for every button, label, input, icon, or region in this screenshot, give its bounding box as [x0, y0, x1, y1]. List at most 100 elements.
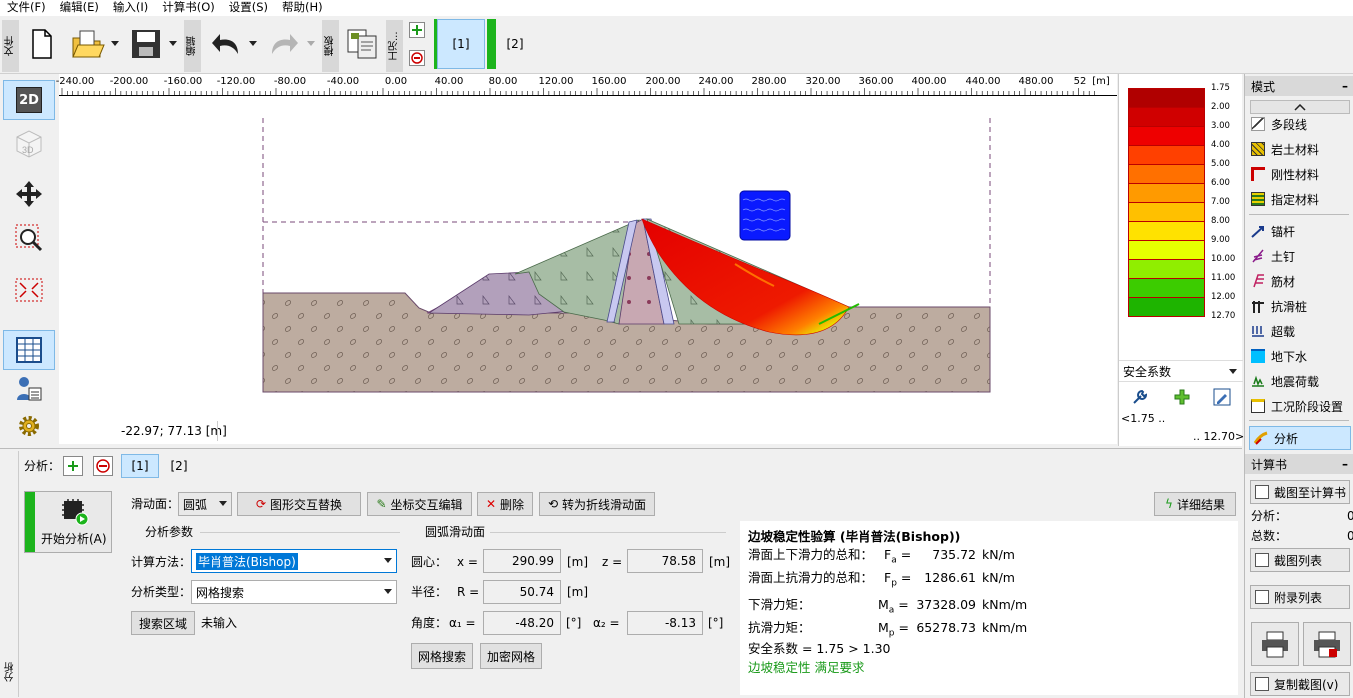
copy-capture-button[interactable]: 复制截图(v) — [1250, 672, 1350, 696]
edit-scale-icon[interactable] — [1213, 388, 1231, 406]
delete-button[interactable]: ✕ 删除 — [477, 492, 533, 516]
legend-color-bin — [1128, 107, 1205, 126]
mode-rigid-bodies[interactable]: 刚性材料 — [1251, 162, 1319, 186]
legend-color-bin — [1128, 297, 1205, 316]
legend-bottom-edge — [1128, 316, 1205, 317]
open-dropdown-icon[interactable] — [110, 38, 120, 50]
open-folder-icon[interactable] — [70, 26, 106, 62]
view-2d-button[interactable]: 2D — [3, 80, 55, 120]
start-analysis-button[interactable]: 开始分析(A) — [24, 491, 112, 553]
analysis-tab-1[interactable]: [1] — [121, 454, 159, 478]
menu-input[interactable]: 输入(I) — [106, 0, 155, 16]
zoom-extents-button[interactable] — [3, 270, 55, 310]
search-area-status: 未输入 — [201, 616, 238, 630]
save-icon[interactable] — [128, 26, 164, 62]
legend-type-select[interactable]: 安全系数 — [1119, 360, 1243, 382]
legend-type-label: 安全系数 — [1123, 365, 1172, 379]
convert-polyline-button[interactable]: ⟲ 转为折线滑动面 — [539, 492, 655, 516]
detailed-results-button[interactable]: ϟ 详细结果 — [1154, 492, 1236, 516]
search-area-button[interactable]: 搜索区域 — [131, 611, 195, 635]
stage-tab-1[interactable]: [1] — [437, 19, 485, 69]
mode-surcharge[interactable]: 超载 — [1251, 319, 1295, 343]
mode-analysis[interactable]: 分析 — [1249, 426, 1351, 450]
template-icon[interactable] — [344, 26, 380, 62]
nail-icon — [1251, 249, 1265, 263]
menu-report[interactable]: 计算书(O) — [155, 0, 222, 16]
stage-tab-2[interactable]: [2] — [498, 19, 532, 69]
redo-dropdown-icon[interactable] — [306, 38, 316, 50]
mode-soil-materials[interactable]: 岩土材料 — [1251, 137, 1319, 161]
method-select[interactable]: 毕肖普法(Bishop) — [191, 549, 397, 573]
collapse-icon[interactable]: – — [1342, 79, 1348, 93]
analysis-tab-2[interactable]: [2] — [164, 454, 194, 478]
remove-stage-icon[interactable] — [409, 50, 425, 66]
center-x-field[interactable]: 290.99 — [483, 549, 561, 573]
fp-symbol: Fp = — [884, 570, 912, 589]
redo-icon[interactable] — [266, 26, 302, 62]
slip-surface-select[interactable]: 圆弧 — [178, 492, 232, 516]
menu-help[interactable]: 帮助(H) — [275, 0, 330, 16]
grid-search-button[interactable]: 网格搜索 — [411, 643, 473, 669]
fp-label: 滑面上抗滑力的总和： — [748, 570, 874, 585]
table-view-button[interactable] — [3, 330, 55, 370]
zoom-button[interactable] — [3, 218, 55, 258]
mode-anti-slide-piles[interactable]: 抗滑桩 — [1251, 294, 1307, 318]
menu-file[interactable]: 文件(F) — [0, 0, 53, 16]
mode-assign-materials[interactable]: 指定材料 — [1251, 187, 1319, 211]
legend-max-label: .. 12.70> — [1193, 430, 1245, 443]
collapse-icon[interactable]: – — [1342, 457, 1348, 471]
alpha1-field[interactable]: -48.20 — [483, 611, 561, 635]
menu-settings[interactable]: 设置(S) — [222, 0, 275, 16]
undo-dropdown-icon[interactable] — [248, 38, 258, 50]
mode-anchors[interactable]: 锚杆 — [1251, 219, 1295, 243]
save-dropdown-icon[interactable] — [168, 38, 178, 50]
mode-reinforcements[interactable]: 筋材 — [1251, 269, 1295, 293]
center-z-field[interactable]: 78.58 — [627, 549, 703, 573]
new-file-icon[interactable] — [28, 26, 56, 62]
slip-surface-label: 滑动面： — [131, 497, 180, 511]
print-preview-icon — [1314, 631, 1340, 658]
print-preview-button[interactable] — [1303, 622, 1351, 666]
materials-view-button[interactable] — [3, 368, 55, 408]
view-3d-button[interactable]: 3D — [3, 124, 55, 164]
capture-list-button[interactable]: 截图列表 — [1250, 548, 1350, 572]
add-analysis-icon[interactable] — [63, 456, 83, 476]
legend-color-bin — [1128, 278, 1205, 297]
analysis-type-select[interactable]: 网格搜索 — [191, 580, 397, 604]
alpha2-label: α₂ = — [593, 616, 620, 630]
mp-value: 65278.73 — [916, 620, 976, 635]
mode-soil-nails[interactable]: 土钉 — [1251, 244, 1295, 268]
appendix-list-button[interactable]: 附录列表 — [1250, 585, 1350, 609]
add-stage-icon[interactable] — [409, 22, 425, 38]
coordinate-edit-button[interactable]: ✎ 坐标交互编辑 — [367, 492, 472, 516]
radius-field[interactable]: 50.74 — [483, 580, 561, 604]
menu-edit[interactable]: 编辑(E) — [53, 0, 106, 16]
alpha2-field[interactable]: -8.13 — [627, 611, 703, 635]
mode-stage-settings[interactable]: 工况阶段设置 — [1251, 394, 1343, 418]
legend-color-bin — [1128, 202, 1205, 221]
mp-label: 抗滑力矩： — [748, 620, 811, 635]
capture-to-report-button[interactable]: 截图至计算书 — [1250, 480, 1350, 504]
angle-label: 角度： — [411, 616, 448, 630]
settings-button[interactable] — [3, 406, 55, 446]
mode-earthquake[interactable]: 地震荷载 — [1251, 369, 1319, 393]
wrench-icon[interactable] — [1131, 388, 1149, 406]
drawing-canvas[interactable]: -240.00 -200.00 -160.00 -120.00 -80.00 -… — [56, 74, 1117, 418]
cube-3d-icon: 3D — [16, 130, 42, 158]
safety-factor-line: 安全系数 = 1.75 > 1.30 — [748, 641, 891, 656]
mode-water[interactable]: 地下水 — [1251, 344, 1307, 368]
menu-bar: 文件(F) 编辑(E) 输入(I) 计算书(O) 设置(S) 帮助(H) — [0, 0, 1353, 16]
fp-unit: kN/m — [982, 570, 1015, 585]
mode-polyline[interactable]: 多段线 — [1251, 112, 1307, 136]
status-bar: -22.97; 77.13 [m] — [59, 418, 1117, 444]
delete-icon: ✕ — [485, 497, 497, 511]
pan-button[interactable] — [3, 174, 55, 214]
refine-grid-button[interactable]: 加密网格 — [480, 643, 542, 669]
undo-icon[interactable] — [208, 26, 244, 62]
print-button[interactable] — [1251, 622, 1299, 666]
graphic-swap-button[interactable]: ⟳ 图形交互替换 — [237, 492, 361, 516]
alpha1-unit: [°] — [566, 616, 582, 630]
ma-value: 37328.09 — [916, 597, 976, 612]
remove-analysis-icon[interactable] — [93, 456, 113, 476]
add-icon[interactable] — [1173, 388, 1191, 406]
